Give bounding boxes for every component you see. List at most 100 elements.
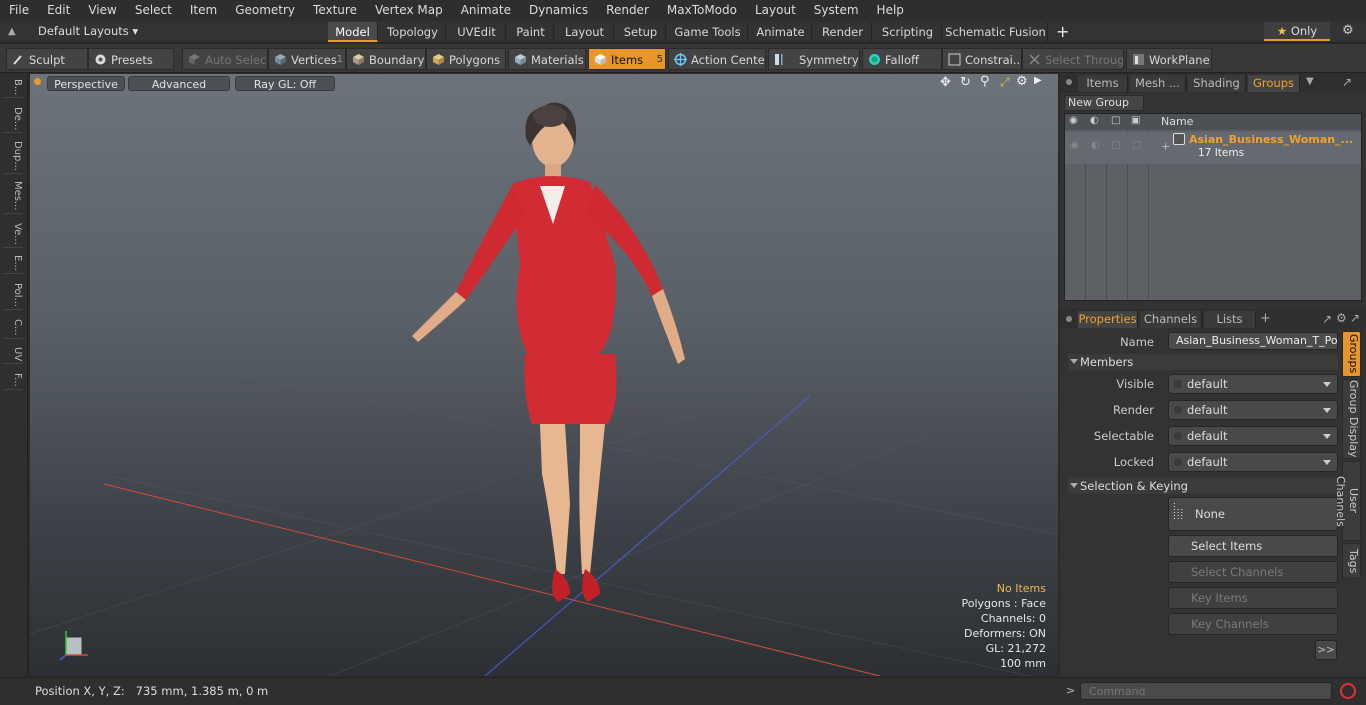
panel-expand-icon[interactable]: ↗: [1342, 75, 1352, 89]
layout-grip-icon[interactable]: ▲: [8, 26, 20, 38]
left-tab-polygon[interactable]: Pol...: [3, 281, 23, 311]
select-through-button[interactable]: Select Through: [1022, 48, 1124, 70]
left-tab-mesh-edit[interactable]: Mes...: [3, 179, 23, 214]
name-field[interactable]: Asian_Business_Woman_T_Pose: [1168, 332, 1338, 350]
menu-view[interactable]: View: [79, 0, 125, 21]
properties-expand-icon[interactable]: ↗: [1322, 312, 1332, 326]
workplane-button[interactable]: WorkPlane: [1126, 48, 1212, 70]
select-items-button[interactable]: Select Items: [1168, 535, 1338, 557]
key-items-button[interactable]: Key Items: [1168, 587, 1338, 609]
left-tab-vertex[interactable]: Ve...: [3, 221, 23, 248]
tab-shading[interactable]: Shading: [1188, 75, 1246, 92]
only-toggle[interactable]: ★ Only: [1264, 22, 1330, 41]
shading-advanced-button[interactable]: Advanced: [128, 76, 230, 91]
left-tab-deform[interactable]: De...: [3, 105, 23, 134]
menu-help[interactable]: Help: [868, 0, 913, 21]
tab-layout[interactable]: Layout: [556, 22, 614, 42]
tab-game-tools[interactable]: Game Tools: [668, 22, 748, 42]
render-icon[interactable]: ◐: [1090, 115, 1099, 126]
menu-edit[interactable]: Edit: [38, 0, 79, 21]
tab-uvedit[interactable]: UVEdit: [448, 22, 506, 42]
left-tab-fusion[interactable]: F...: [3, 371, 23, 390]
group-visible-icon[interactable]: ◉: [1070, 140, 1079, 151]
group-lock-icon[interactable]: □: [1111, 140, 1120, 151]
tab-menu-chevron-icon[interactable]: ▼: [1306, 76, 1314, 87]
menu-file[interactable]: File: [0, 0, 38, 21]
tab-groups[interactable]: Groups: [1248, 75, 1300, 92]
add-properties-tab-icon[interactable]: +: [1260, 311, 1271, 326]
side-tab-group-display[interactable]: Group Display: [1342, 379, 1361, 459]
command-input[interactable]: [1080, 682, 1332, 700]
tab-schematic-fusion[interactable]: Schematic Fusion: [944, 22, 1048, 42]
auto-select-button[interactable]: Auto Select: [182, 48, 268, 70]
menu-animate[interactable]: Animate: [452, 0, 520, 21]
tab-channels[interactable]: Channels: [1140, 311, 1202, 328]
menu-maxtomodo[interactable]: MaxToModo: [658, 0, 746, 21]
group-render-icon[interactable]: ◐: [1091, 140, 1100, 151]
menu-dynamics[interactable]: Dynamics: [520, 0, 597, 21]
tab-lists[interactable]: Lists: [1204, 311, 1256, 328]
boundary-button[interactable]: Boundary: [346, 48, 426, 70]
none-button[interactable]: ::::::: None: [1168, 497, 1338, 531]
menu-geometry[interactable]: Geometry: [226, 0, 304, 21]
falloff-button[interactable]: Falloff: [862, 48, 942, 70]
3d-viewport[interactable]: Perspective Advanced Ray GL: Off ✥ ↻ ⚲ ⤢…: [30, 74, 1058, 676]
lock-icon[interactable]: □: [1111, 115, 1120, 126]
polygons-button[interactable]: Polygons: [426, 48, 506, 70]
items-button[interactable]: Items 5: [588, 48, 666, 70]
select-icon[interactable]: ▣: [1131, 115, 1140, 126]
eye-icon[interactable]: ◉: [1069, 115, 1078, 126]
tab-items[interactable]: Items: [1078, 75, 1128, 92]
gear-icon[interactable]: ⚙: [1342, 23, 1354, 38]
viewport-expand-icon[interactable]: ▶: [1034, 75, 1042, 86]
viewport-menu-dot-icon[interactable]: [34, 78, 41, 85]
locked-dropdown[interactable]: default: [1168, 452, 1338, 472]
default-layouts-dropdown[interactable]: Default Layouts ▾: [38, 24, 138, 38]
more-button[interactable]: >>: [1315, 640, 1337, 660]
select-channels-button[interactable]: Select Channels: [1168, 561, 1338, 583]
properties-dot-icon[interactable]: [1066, 316, 1072, 322]
tab-animate[interactable]: Animate: [750, 22, 812, 42]
raygl-toggle-button[interactable]: Ray GL: Off: [235, 76, 335, 91]
sculpt-button[interactable]: Sculpt: [6, 48, 88, 70]
vertices-button[interactable]: Vertices 1: [268, 48, 346, 70]
properties-gear-icon[interactable]: ⚙: [1336, 311, 1347, 325]
tab-render[interactable]: Render: [814, 22, 872, 42]
left-tab-duplicate[interactable]: Dup...: [3, 139, 23, 174]
tab-model[interactable]: Model: [328, 22, 378, 42]
selection-keying-section[interactable]: Selection & Keying: [1068, 478, 1338, 494]
menu-item[interactable]: Item: [181, 0, 226, 21]
zoom-view-icon[interactable]: ⚲: [980, 74, 990, 89]
side-tab-groups[interactable]: Groups: [1342, 331, 1361, 377]
menu-vertex-map[interactable]: Vertex Map: [366, 0, 452, 21]
panel-dot-icon[interactable]: [1066, 79, 1072, 85]
expand-plus-icon[interactable]: +: [1161, 140, 1170, 153]
menu-system[interactable]: System: [805, 0, 868, 21]
members-section[interactable]: Members: [1068, 354, 1338, 370]
business-woman-model[interactable]: [412, 102, 685, 602]
menu-texture[interactable]: Texture: [304, 0, 366, 21]
constraints-button[interactable]: Constrai...: [942, 48, 1022, 70]
tab-scripting[interactable]: Scripting: [874, 22, 942, 42]
group-row[interactable]: ◉ ◐ □ □ + Asian_Business_Woman_... 17 It…: [1065, 132, 1361, 164]
new-group-button[interactable]: New Group: [1064, 95, 1144, 111]
tab-topology[interactable]: Topology: [380, 22, 446, 42]
symmetry-button[interactable]: Symmetry: [768, 48, 860, 70]
move-view-icon[interactable]: ✥: [940, 75, 951, 90]
left-tab-edge[interactable]: E...: [3, 253, 23, 274]
group-select-icon[interactable]: □: [1132, 140, 1141, 151]
rotate-view-icon[interactable]: ↻: [960, 75, 971, 90]
record-icon[interactable]: [1340, 683, 1356, 699]
render-dropdown[interactable]: default: [1168, 400, 1338, 420]
left-tab-uv[interactable]: UV: [3, 345, 23, 365]
properties-expand-icon-2[interactable]: ↗: [1350, 311, 1360, 325]
tab-mesh[interactable]: Mesh ...: [1130, 75, 1186, 92]
menu-render[interactable]: Render: [597, 0, 658, 21]
menu-layout[interactable]: Layout: [746, 0, 805, 21]
view-perspective-button[interactable]: Perspective: [47, 76, 125, 91]
menu-select[interactable]: Select: [126, 0, 181, 21]
key-channels-button[interactable]: Key Channels: [1168, 613, 1338, 635]
add-tab-icon[interactable]: +: [1056, 22, 1069, 41]
action-center-button[interactable]: Action Center: [668, 48, 766, 70]
materials-button[interactable]: Materials: [508, 48, 586, 70]
